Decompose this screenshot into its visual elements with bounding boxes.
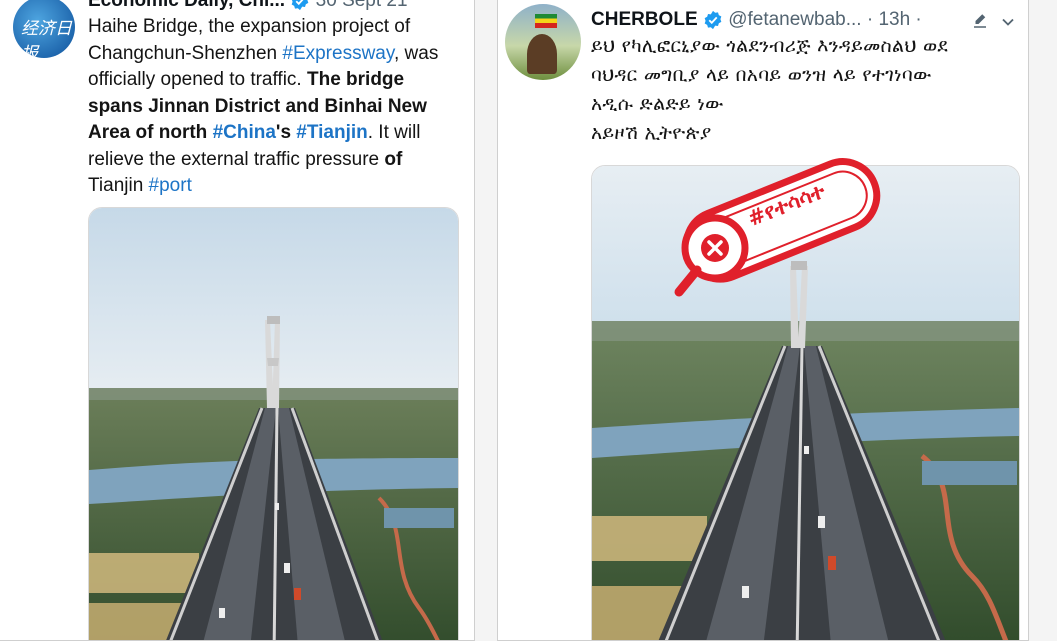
cherbole-avatar[interactable] <box>505 4 581 80</box>
tweet-line: Tianjin #port <box>88 173 468 200</box>
left-tweet-card: 经济日报 Economic Daily, Chi... 30 Sept 21 H… <box>0 0 475 641</box>
tweet-line-1: ይህ የካሊፎርኒያው ጎልደንብሪጅ እንዳይመስልህ ወደ <box>591 35 949 57</box>
stamp-graphic <box>674 158 881 297</box>
tweet-text-segment: Tianjin <box>88 175 149 196</box>
author-name[interactable]: CHERBOLE <box>591 9 698 30</box>
false-news-stamp: #የተሳሳተ <box>663 150 893 300</box>
tweet-text-segment: Haihe Bridge, the expansion project of <box>88 16 411 37</box>
author-handle[interactable]: @fetanewbab... <box>728 9 861 30</box>
edit-pen-icon[interactable] <box>971 12 989 30</box>
tweet-line: Haihe Bridge, the expansion project of <box>88 14 468 41</box>
tweet-line: Area of north #China's #Tianjin. It will <box>88 120 468 147</box>
tweet-line: Changchun-Shenzhen #Expressway, was <box>88 41 468 68</box>
right-tweet-card: CHERBOLE @fetanewbab... · 13h · ይህ የካሊፎር… <box>497 0 1029 641</box>
tweet-date[interactable]: 30 Sept 21 <box>316 0 408 11</box>
tweet-time[interactable]: · 13h · <box>867 9 922 30</box>
hashtag-link[interactable]: #Tianjin <box>296 122 367 143</box>
tweet-text-segment: 's <box>275 122 297 143</box>
left-bridge-photo[interactable] <box>88 207 459 640</box>
left-tweet-text: Haihe Bridge, the expansion project of Ch… <box>88 14 468 200</box>
tweet-text-segment: Changchun-Shenzhen <box>88 42 283 64</box>
tweet-text-segment: officially opened to traffic. <box>88 69 307 90</box>
tweet-line: relieve the external traffic pressure of <box>88 147 468 174</box>
tweet-line: spans Jinnan District and Binhai New <box>88 94 468 121</box>
hashtag-link[interactable]: #Expressway <box>282 43 394 64</box>
tweet-line-3: አዲሱ ድልድይ ነው <box>591 93 724 115</box>
right-tweet-text: ይህ የካሊፎርኒያው ጎልደንብሪጅ እንዳይመስልህ ወደ ባህዳር መግቢ… <box>591 32 1021 148</box>
tweet-line: officially opened to traffic. The bridge <box>88 67 468 94</box>
tweet-line-4: አይዞሽ ኢትዮጵያ <box>591 122 712 144</box>
verified-badge-icon <box>292 0 309 11</box>
more-options-icon[interactable] <box>998 12 1018 32</box>
tweet-line-2: ባህዳር መግቢያ ላይ በአባይ ወንዝ ላይ የተገነባው <box>591 64 932 86</box>
tweet-text-segment: relieve the external traffic pressure <box>88 148 385 170</box>
right-tweet-header: CHERBOLE @fetanewbab... · 13h · <box>591 9 922 31</box>
hashtag-link[interactable]: #China <box>213 122 276 143</box>
economic-daily-avatar[interactable]: 经济日报 <box>13 0 75 58</box>
hashtag-link[interactable]: #port <box>149 175 192 196</box>
tweet-text-segment: Area of north <box>88 122 213 143</box>
left-tweet-header: Economic Daily, Chi... 30 Sept 21 <box>88 0 408 12</box>
tweet-text-segment: The bridge <box>306 69 405 90</box>
verified-badge-icon <box>704 10 722 30</box>
tweet-text-segment: of <box>384 148 403 170</box>
author-name[interactable]: Economic Daily, Chi... <box>88 0 285 11</box>
tweet-text-segment: . It will <box>367 122 421 143</box>
tweet-text-segment: , was <box>393 42 439 64</box>
tweet-text-segment: spans Jinnan District and Binhai New <box>88 95 427 117</box>
